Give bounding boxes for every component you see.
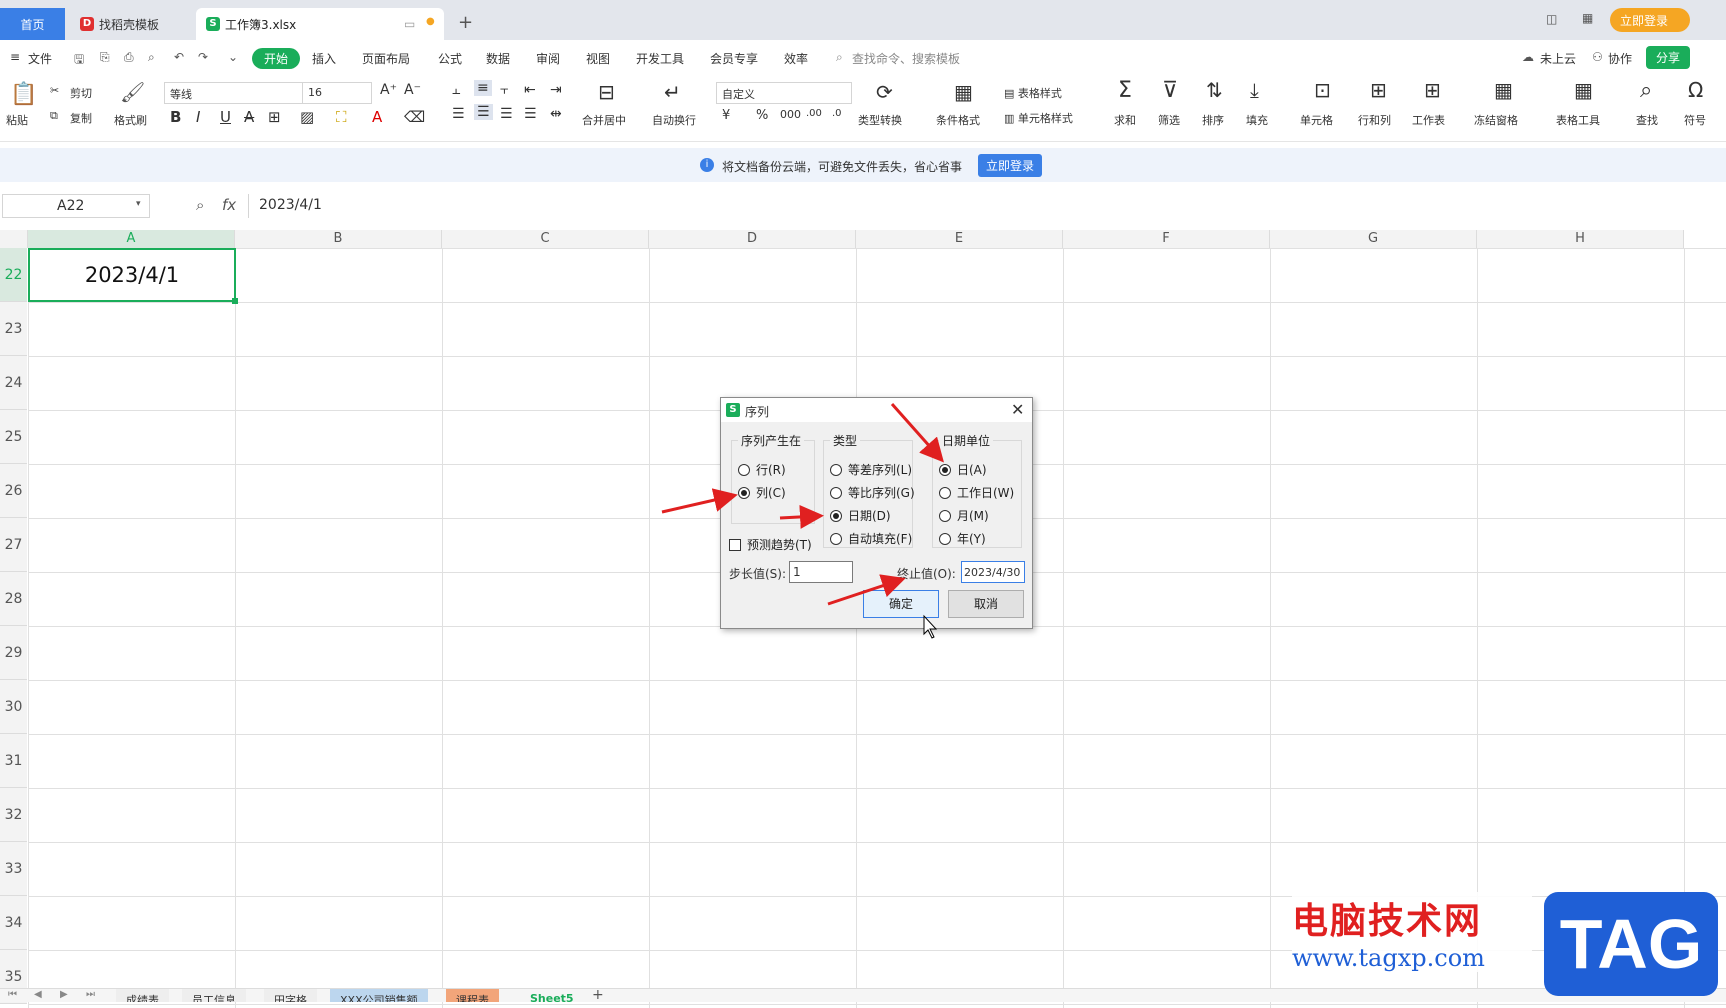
watermark-text: 电脑技术网 www.tagxp.com xyxy=(1292,892,1532,972)
mouse-cursor-icon xyxy=(923,614,938,639)
annotation-arrows xyxy=(661,403,944,639)
arrow xyxy=(661,488,738,514)
arrow xyxy=(779,504,824,529)
watermark-tag-logo: TAG xyxy=(1544,892,1718,996)
grid-line xyxy=(28,1004,1726,1005)
arrow xyxy=(827,574,906,606)
watermark-site: 电脑技术网 xyxy=(1292,901,1483,942)
arrow xyxy=(890,403,944,463)
watermark-url: www.tagxp.com xyxy=(1292,944,1485,972)
